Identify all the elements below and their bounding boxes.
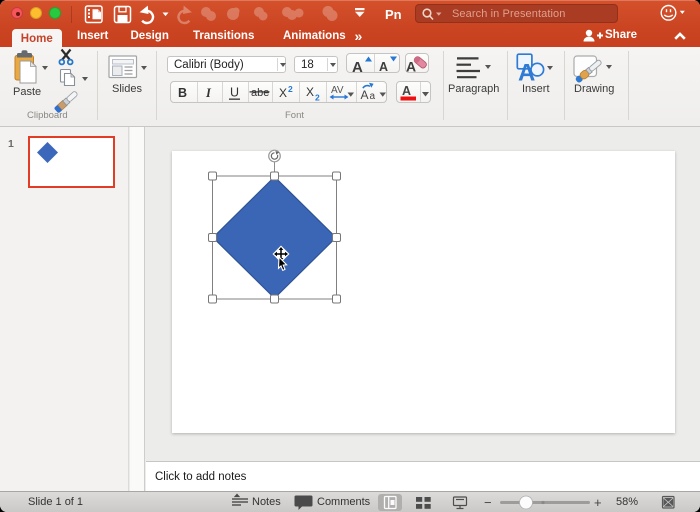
svg-text:a: a	[370, 91, 376, 102]
svg-text:2: 2	[288, 84, 293, 94]
svg-text:A: A	[402, 84, 411, 98]
svg-text:A: A	[518, 60, 535, 87]
svg-text:abe: abe	[251, 87, 269, 99]
svg-text:X: X	[279, 86, 287, 100]
svg-text:2: 2	[315, 93, 320, 103]
svg-text:A: A	[361, 88, 369, 102]
svg-text:A: A	[352, 59, 363, 76]
svg-text:X: X	[306, 85, 314, 99]
svg-text:A: A	[379, 60, 388, 74]
svg-text:I: I	[205, 86, 212, 100]
svg-text:AV: AV	[331, 85, 344, 96]
svg-text:B: B	[178, 86, 187, 100]
svg-text:U: U	[230, 86, 239, 100]
